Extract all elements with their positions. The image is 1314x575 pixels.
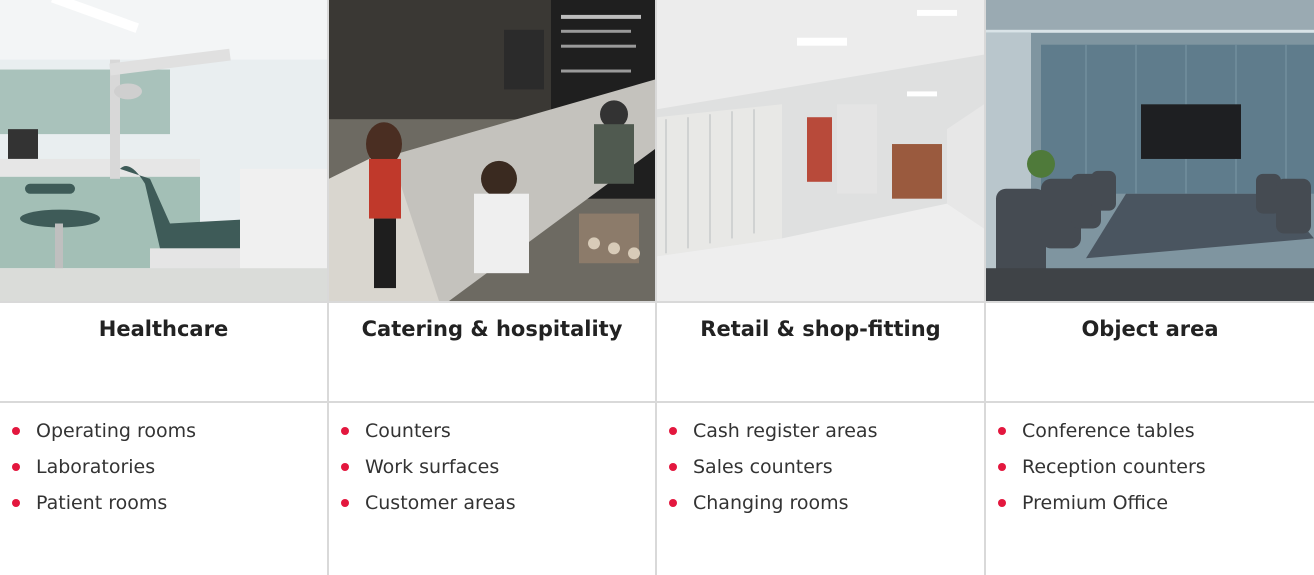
sector-overview-grid: Healthcare Catering & hospitality Retail… — [0, 0, 1314, 575]
bullet-icon — [12, 427, 20, 435]
bullet-icon — [341, 463, 349, 471]
locker-room-corridor-photo-icon — [657, 0, 984, 301]
list-item: Patient rooms — [12, 485, 327, 521]
bullet-icon — [998, 463, 1006, 471]
bullet-icon — [341, 499, 349, 507]
object-area-list-cell: Conference tables Reception counters Pre… — [984, 403, 1314, 575]
bullet-icon — [998, 499, 1006, 507]
list-item: Changing rooms — [669, 485, 984, 521]
bullet-icon — [341, 427, 349, 435]
list-item: Conference tables — [998, 413, 1314, 449]
list-item: Counters — [341, 413, 655, 449]
list-item: Operating rooms — [12, 413, 327, 449]
catering-title-cell: Catering & hospitality — [327, 303, 655, 403]
bullet-icon — [669, 463, 677, 471]
list-item: Cash register areas — [669, 413, 984, 449]
catering-list: Counters Work surfaces Customer areas — [329, 403, 655, 521]
bullet-icon — [669, 427, 677, 435]
bullet-icon — [669, 499, 677, 507]
object-area-title-cell: Object area — [984, 303, 1314, 403]
conference-room-photo-icon — [986, 0, 1314, 301]
bullet-icon — [12, 499, 20, 507]
list-item: Reception counters — [998, 449, 1314, 485]
catering-list-cell: Counters Work surfaces Customer areas — [327, 403, 655, 575]
healthcare-list-cell: Operating rooms Laboratories Patient roo… — [0, 403, 327, 575]
list-item: Laboratories — [12, 449, 327, 485]
healthcare-title-cell: Healthcare — [0, 303, 327, 403]
cafe-counter-photo-icon — [329, 0, 655, 301]
catering-photo — [327, 0, 655, 303]
object-area-photo — [984, 0, 1314, 303]
retail-list: Cash register areas Sales counters Chang… — [657, 403, 984, 521]
dental-treatment-room-photo-icon — [0, 0, 327, 301]
list-item: Customer areas — [341, 485, 655, 521]
list-item: Premium Office — [998, 485, 1314, 521]
retail-list-cell: Cash register areas Sales counters Chang… — [655, 403, 984, 575]
bullet-icon — [12, 463, 20, 471]
healthcare-list: Operating rooms Laboratories Patient roo… — [0, 403, 327, 521]
retail-photo — [655, 0, 984, 303]
catering-title: Catering & hospitality — [361, 317, 623, 341]
retail-title-cell: Retail & shop-fitting — [655, 303, 984, 403]
object-area-title: Object area — [1081, 317, 1219, 341]
object-area-list: Conference tables Reception counters Pre… — [986, 403, 1314, 521]
retail-title: Retail & shop-fitting — [700, 317, 941, 341]
bullet-icon — [998, 427, 1006, 435]
healthcare-photo — [0, 0, 327, 303]
list-item: Sales counters — [669, 449, 984, 485]
healthcare-title: Healthcare — [98, 317, 229, 341]
list-item: Work surfaces — [341, 449, 655, 485]
